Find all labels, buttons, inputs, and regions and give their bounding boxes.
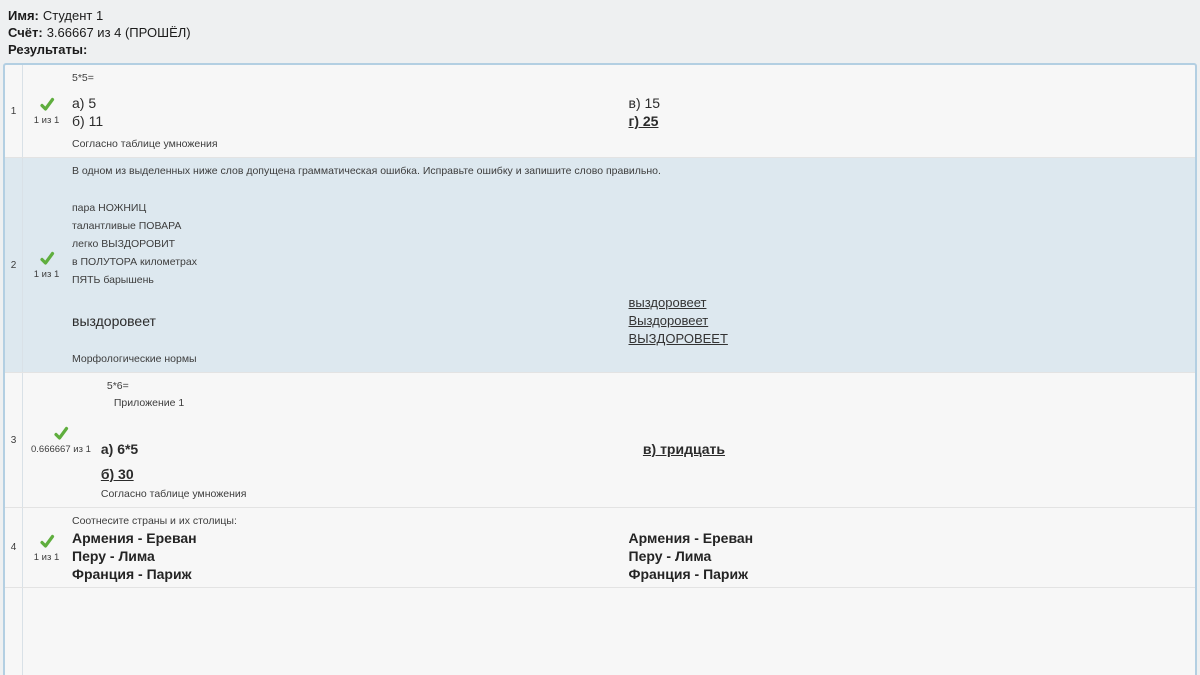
answer-option: а) 5 [72,94,629,112]
matching-pair: Перу - Лима [72,547,629,565]
name-line: Имя: Студент 1 [8,7,1192,24]
question-score: 1 из 1 [34,115,60,126]
correct-answer: выздоровеет [629,294,1186,312]
question-score: 0.666667 из 1 [31,444,91,455]
matching-pair: Франция - Париж [72,565,629,583]
word-list-item: легко ВЫЗДОРОВИТ [72,235,1185,253]
question-number: 2 [5,158,23,372]
report-header: Имя: Студент 1 Счёт: 3.66667 из 4 (ПРОШЁЛ)… [3,5,1197,63]
student-answer-column: выздоровеет [72,294,629,348]
question-row-4: 4 1 из 1 Соотнесите страны и их столицы:… [5,508,1195,588]
question-score: 1 из 1 [34,552,60,563]
correct-answer: ВЫЗДОРОВЕЕТ [629,330,1186,348]
student-answer: выздоровеет [72,313,156,329]
check-icon [53,425,69,441]
options-right-column: в) тридцать [643,440,1185,483]
correct-answer-option: б) 30 [101,465,643,483]
answer-option: б) 11 [72,112,629,130]
empty-row [5,588,1195,675]
word-list-item: пара НОЖНИЦ [72,199,1185,217]
question-prompt: В одном из выделенных ниже слов допущена… [72,165,1185,178]
question-topic: Согласно таблице умножения [72,138,1185,151]
student-pairs-column: Армения - Ереван Перу - Лима Франция - П… [72,529,629,583]
options-left-column: а) 5 б) 11 [72,94,629,130]
question-topic: Морфологические нормы [72,353,1185,366]
answer-option: а) 6*5 [101,440,643,458]
options-right-column: в) 15 г) 25 [629,94,1186,130]
check-icon [39,250,55,266]
question-score-cell: 1 из 1 [23,508,67,587]
question-score: 1 из 1 [34,269,60,280]
correct-answer-option: г) 25 [629,112,1186,130]
word-list-item: ПЯТЬ барышень [72,271,1185,289]
question-content: Соотнесите страны и их столицы: Армения … [67,508,1195,587]
word-list: пара НОЖНИЦ талантливые ПОВАРА легко ВЫЗ… [72,199,1185,289]
results-label: Результаты: [8,41,1192,58]
check-icon [39,533,55,549]
options-left-column: а) 6*5 б) 30 [101,440,643,483]
check-icon [39,96,55,112]
score-value: 3.66667 из 4 (ПРОШЁЛ) [47,25,191,40]
matching-pair: Армения - Ереван [72,529,629,547]
options-grid: а) 6*5 б) 30 в) тридцать [101,440,1185,483]
results-table: 1 1 из 1 5*5= а) 5 б) 11 в) 15 г) 25 [3,63,1197,675]
options-grid: а) 5 б) 11 в) 15 г) 25 [72,94,1185,130]
question-number: 4 [5,508,23,587]
correct-answer: Выздоровеет [629,312,1186,330]
question-prompt: 5*6= [101,380,1185,393]
matching-pairs-grid: Армения - Ереван Перу - Лима Франция - П… [72,529,1185,583]
question-prompt: 5*5= [72,72,1185,85]
empty-number-cell [5,588,23,675]
question-topic: Согласно таблице умножения [101,488,1185,501]
word-list-item: в ПОЛУТОРА километрах [72,253,1185,271]
name-value: Студент 1 [43,8,103,23]
correct-answers-column: выздоровеет Выздоровеет ВЫЗДОРОВЕЕТ [629,294,1186,348]
question-content: В одном из выделенных ниже слов допущена… [67,158,1195,372]
matching-pair: Перу - Лима [629,547,1186,565]
answers-grid: выздоровеет выздоровеет Выздоровеет ВЫЗД… [72,294,1185,348]
score-line: Счёт: 3.66667 из 4 (ПРОШЁЛ) [8,24,1192,41]
question-content: 5*5= а) 5 б) 11 в) 15 г) 25 Согласно таб… [67,65,1195,157]
question-row-3: 3 0.666667 из 1 5*6= Приложение 1 а) 6*5… [5,373,1195,508]
correct-answer-option: в) тридцать [643,440,1185,458]
question-content: 5*6= Приложение 1 а) 6*5 б) 30 в) тридца… [96,373,1195,507]
question-row-2: 2 1 из 1 В одном из выделенных ниже слов… [5,158,1195,373]
matching-pair: Армения - Ереван [629,529,1186,547]
quiz-results-page: Имя: Студент 1 Счёт: 3.66667 из 4 (ПРОШЁЛ)… [0,0,1200,675]
name-label: Имя: [8,8,39,23]
question-number: 1 [5,65,23,157]
question-score-cell: 0.666667 из 1 [23,373,96,507]
question-score-cell: 1 из 1 [23,158,67,372]
matching-pair: Франция - Париж [629,565,1186,583]
word-list-item: талантливые ПОВАРА [72,217,1185,235]
attachment-link: Приложение 1 [101,397,1185,410]
score-label: Счёт: [8,25,43,40]
question-prompt: Соотнесите страны и их столицы: [72,515,1185,528]
question-number: 3 [5,373,23,507]
question-row-1: 1 1 из 1 5*5= а) 5 б) 11 в) 15 г) 25 [5,65,1195,158]
question-score-cell: 1 из 1 [23,65,67,157]
correct-pairs-column: Армения - Ереван Перу - Лима Франция - П… [629,529,1186,583]
answer-option: в) 15 [629,94,1186,112]
